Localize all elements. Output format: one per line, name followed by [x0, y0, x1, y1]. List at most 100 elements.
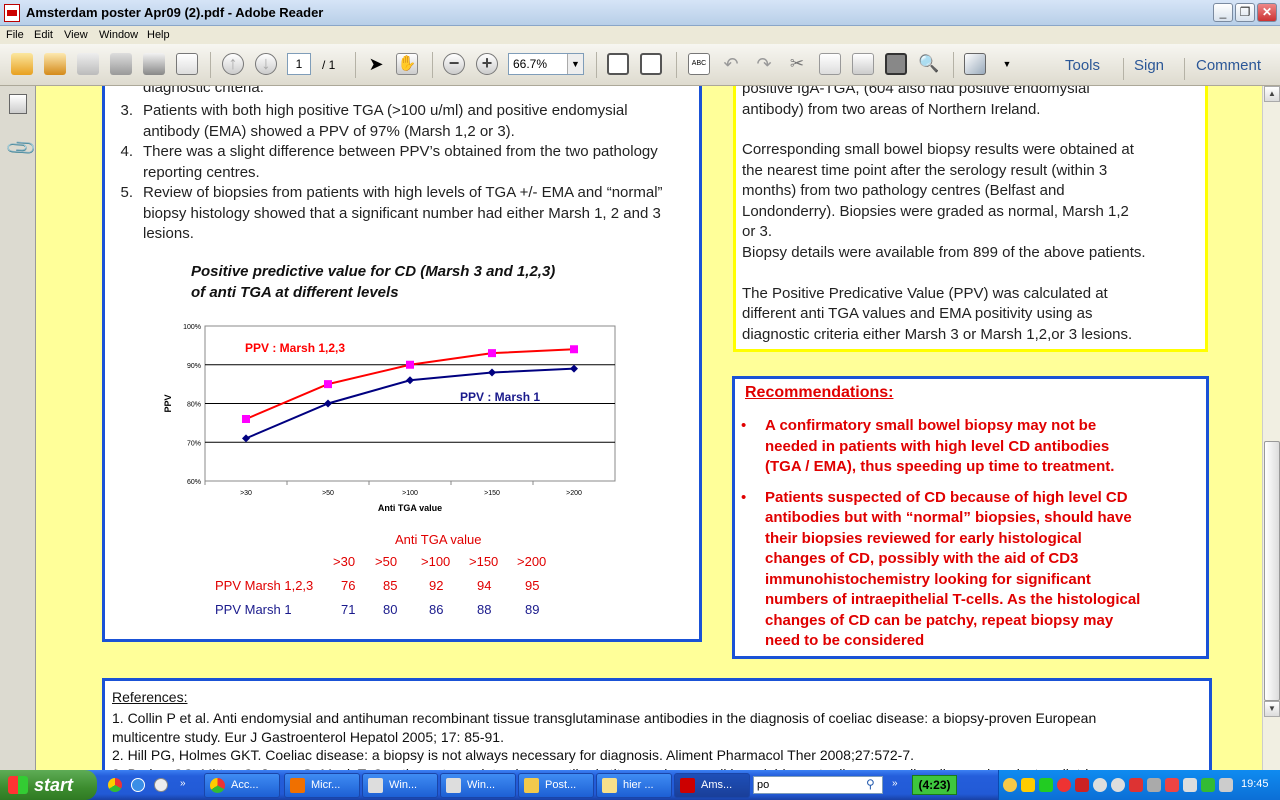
attachments-paperclip-icon[interactable]: 📎: [4, 131, 39, 166]
tray-icon[interactable]: [1165, 778, 1179, 792]
select-tool-icon[interactable]: ➤: [365, 53, 387, 75]
fit-width-icon[interactable]: [640, 53, 662, 75]
chart-heading-line2: of anti TGA at different levels: [191, 284, 399, 301]
vertical-scrollbar[interactable]: ▲ ▼: [1262, 86, 1280, 770]
methods-panel: positive IgA-TGA, (604 also had positive…: [733, 86, 1208, 352]
copy-icon[interactable]: [819, 53, 841, 75]
tray-icon[interactable]: [1111, 778, 1125, 792]
scroll-up-icon[interactable]: ▲: [1264, 86, 1280, 102]
menu-edit[interactable]: Edit: [34, 29, 53, 41]
tray-icon[interactable]: [1183, 778, 1197, 792]
recommendations-panel: Recommendations: • A confirmatory small b…: [732, 376, 1209, 659]
methods-paragraph: Corresponding small bowel biopsy results…: [742, 140, 1146, 263]
text-line: The Positive Predicative Value (PPV) was…: [742, 284, 1108, 302]
create-pdf-icon[interactable]: [11, 53, 33, 75]
combine-files-icon[interactable]: [44, 53, 66, 75]
text-line: diagnostic criteria either Marsh 3 or Ma…: [742, 325, 1133, 343]
menu-view[interactable]: View: [64, 29, 88, 41]
tray-icon[interactable]: [1039, 778, 1053, 792]
chevron-down-icon[interactable]: ▼: [567, 54, 583, 74]
table-header-row: >30 >50 >100 >150 >200: [215, 554, 575, 578]
close-button[interactable]: ✕: [1257, 3, 1277, 22]
reference-line: multicentre study. Eur J Gastroenterol H…: [112, 728, 504, 745]
tray-smiley-icon[interactable]: [1003, 778, 1017, 792]
tray-icon[interactable]: [1129, 778, 1143, 792]
timer-badge[interactable]: (4:23): [912, 775, 957, 795]
save-icon[interactable]: [110, 53, 132, 75]
data-point: [324, 380, 332, 389]
search-icon[interactable]: ⚲: [866, 777, 875, 791]
fit-page-icon[interactable]: [607, 53, 629, 75]
tools-link[interactable]: Tools: [1065, 57, 1100, 74]
restore-button[interactable]: ❐: [1235, 3, 1255, 22]
text-line: months) from two pathology centres (Belf…: [742, 182, 1065, 199]
text-line: the nearest time point after the serolog…: [742, 161, 1108, 179]
tray-icon[interactable]: [1075, 778, 1089, 792]
mail-icon: [602, 778, 617, 793]
next-page-icon[interactable]: ↓: [255, 53, 277, 75]
cut-off-text: diagnostic criteria.: [143, 86, 264, 96]
tray-icon[interactable]: [1021, 778, 1035, 792]
results-list: 3. Patients with both high positive TGA (…: [115, 101, 695, 245]
find-icon[interactable]: 🔍: [918, 53, 940, 75]
search-window-icon: [446, 778, 461, 793]
tray-icon[interactable]: [1093, 778, 1107, 792]
zoom-out-icon[interactable]: −: [443, 53, 465, 75]
scroll-down-icon[interactable]: ▼: [1264, 701, 1280, 717]
toolbar-options-chevron-icon[interactable]: ▼: [996, 53, 1018, 75]
undo-icon[interactable]: ↶: [720, 53, 742, 75]
edit-icon[interactable]: [77, 53, 99, 75]
references-panel: References: 1. Collin P et al. Anti endo…: [102, 678, 1212, 770]
hand-tool-icon[interactable]: ✋: [396, 53, 418, 75]
taskbar-item[interactable]: Win...: [362, 773, 438, 798]
toolbar-expand-icon[interactable]: »: [892, 778, 898, 789]
scroll-thumb[interactable]: [1264, 441, 1280, 701]
page-number-input[interactable]: 1: [287, 53, 311, 75]
paste-icon[interactable]: [852, 53, 874, 75]
clock: 19:45: [1241, 778, 1269, 790]
taskbar-item[interactable]: Post...: [518, 773, 594, 798]
ie-quicklaunch-icon[interactable]: [131, 778, 145, 792]
x-tick-label: >200: [566, 490, 582, 497]
menu-file[interactable]: File: [6, 29, 24, 41]
tray-icon[interactable]: [1201, 778, 1215, 792]
taskbar-item[interactable]: Acc...: [204, 773, 280, 798]
table-title: Anti TGA value: [395, 532, 482, 547]
taskbar-item[interactable]: hier ...: [596, 773, 672, 798]
sign-link[interactable]: Sign: [1134, 57, 1164, 74]
quicklaunch-more-icon[interactable]: »: [180, 778, 186, 789]
tray-icon[interactable]: [1057, 778, 1071, 792]
pages-panel-icon[interactable]: [9, 94, 27, 114]
taskbar-search-input[interactable]: po: [753, 776, 883, 794]
zoom-select[interactable]: 66.7% ▼: [508, 53, 584, 75]
recommendations-list: • A confirmatory small bowel biopsy may n…: [741, 416, 1203, 662]
taskbar-item[interactable]: Micr...: [284, 773, 360, 798]
text-line: need to be considered: [765, 632, 925, 649]
minimize-button[interactable]: _: [1213, 3, 1233, 22]
chrome-quicklaunch-icon[interactable]: [108, 778, 122, 792]
snapshot-icon[interactable]: [885, 53, 907, 75]
media-player-quicklaunch-icon[interactable]: [154, 778, 168, 792]
previous-page-icon[interactable]: ↑: [222, 53, 244, 75]
taskbar-item-active[interactable]: Ams...: [674, 773, 750, 798]
menu-help[interactable]: Help: [147, 29, 170, 41]
tray-volume-icon[interactable]: [1219, 778, 1233, 792]
text-line: or 3.: [742, 223, 773, 240]
zoom-in-icon[interactable]: +: [476, 53, 498, 75]
cut-icon[interactable]: ✂: [786, 53, 808, 75]
tray-network-icon[interactable]: [1147, 778, 1161, 792]
comment-link[interactable]: Comment: [1196, 57, 1261, 74]
table-row-label: PPV Marsh 1: [215, 602, 292, 617]
email-icon[interactable]: [176, 53, 198, 75]
menu-window[interactable]: Window: [99, 29, 138, 41]
spelling-icon[interactable]: ABC: [688, 53, 710, 75]
table-row: PPV Marsh 1 71 80 86 88 89: [215, 602, 575, 626]
print-icon[interactable]: [143, 53, 165, 75]
redo-icon[interactable]: ↷: [753, 53, 775, 75]
full-screen-icon[interactable]: [964, 53, 986, 75]
methods-paragraph: The Positive Predicative Value (PPV) was…: [742, 284, 1146, 346]
taskbar-item[interactable]: Win...: [440, 773, 516, 798]
data-point: [488, 349, 496, 358]
recommendation-item: • Patients suspected of CD because of hig…: [741, 488, 1203, 652]
start-button[interactable]: start: [0, 770, 97, 800]
